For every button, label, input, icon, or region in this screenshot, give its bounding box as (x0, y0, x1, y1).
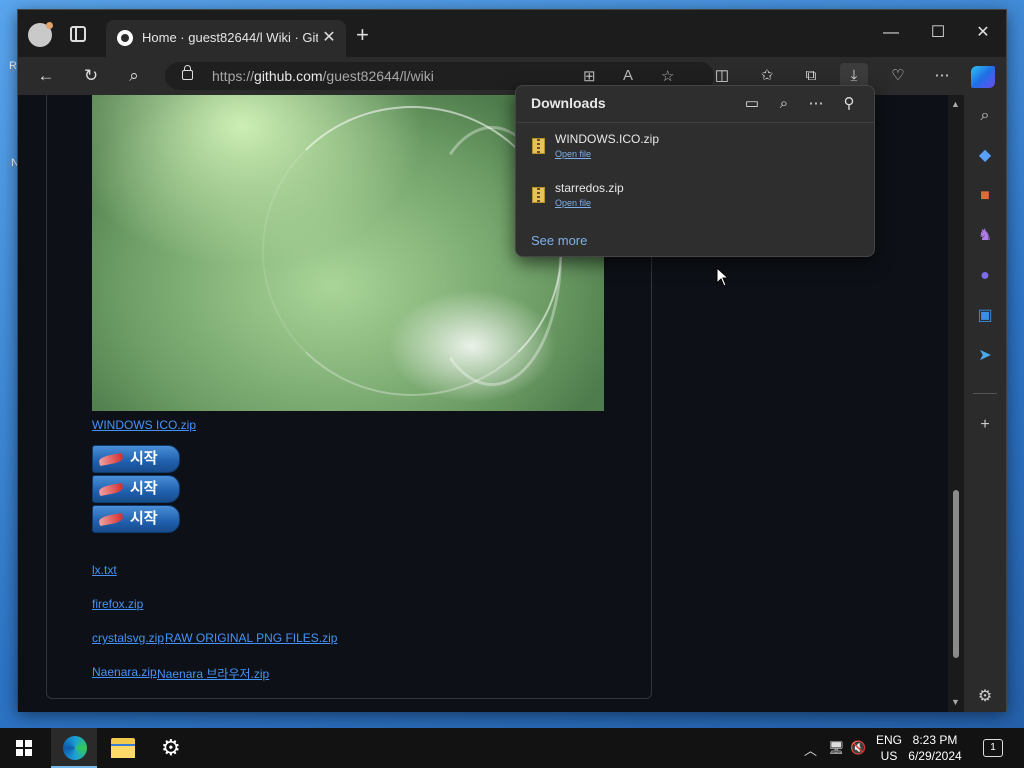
app-available-icon[interactable]: ⊞ (583, 67, 596, 85)
shopping-tag-icon[interactable]: ◆ (973, 144, 997, 168)
downloads-title: Downloads (531, 95, 606, 111)
taskbar-file-explorer-button[interactable] (100, 728, 146, 768)
system-clock[interactable]: 8:23 PM 6/29/2024 (905, 732, 965, 764)
mouse-cursor-icon (716, 267, 730, 287)
sidebar-divider (973, 393, 997, 394)
input-language-indicator[interactable]: ENG US (876, 732, 902, 764)
desktop-icon-label-fragment: R (9, 60, 17, 72)
tools-briefcase-icon[interactable]: ■ (973, 184, 997, 208)
taskbar-edge-button[interactable] (51, 728, 97, 768)
open-file-link[interactable]: Open file (555, 198, 591, 208)
refresh-button[interactable]: ↻ (77, 63, 105, 89)
new-tab-button[interactable]: + (356, 22, 369, 48)
add-sidebar-app-button[interactable]: + (973, 413, 997, 437)
drop-send-icon[interactable]: ➤ (973, 344, 997, 368)
download-item-name[interactable]: starredos.zip (555, 181, 624, 195)
microsoft-365-icon[interactable]: ● (973, 264, 997, 288)
games-icon[interactable]: ♞ (973, 224, 997, 248)
tab-title: Home · guest82644/l Wiki · GitHub (142, 30, 318, 45)
naenara-zip-link[interactable]: Naenara.zip (92, 665, 157, 679)
outlook-icon[interactable]: ▣ (973, 304, 997, 328)
minimize-button[interactable]: — (868, 19, 914, 47)
tab-close-icon[interactable]: ✕ (320, 27, 338, 47)
search-downloads-icon[interactable]: ⌕ (772, 92, 796, 116)
favorite-star-icon[interactable]: ☆ (661, 67, 674, 85)
zip-file-icon (532, 138, 545, 154)
downloads-more-icon[interactable]: ⋯ (804, 92, 828, 116)
show-hidden-icons-chevron-icon[interactable]: ︿ (804, 740, 817, 759)
open-file-link[interactable]: Open file (555, 149, 591, 159)
settings-gear-icon: ⚙ (161, 735, 181, 760)
sidebar-search-icon[interactable]: ⌕ (973, 104, 997, 128)
crystalsvg-zip-link[interactable]: crystalsvg.zip (92, 631, 164, 645)
scroll-up-arrow[interactable]: ▲ (951, 99, 960, 109)
more-icon[interactable]: ⋯ (928, 63, 956, 89)
notification-center-icon[interactable]: 1 (983, 739, 1003, 757)
close-window-button[interactable]: ✕ (960, 19, 1006, 47)
browser-essentials-icon[interactable]: ♡ (884, 63, 912, 89)
downloads-flyout: Downloads ▭ ⌕ ⋯ ⚲ WINDOWS.ICO.zip Open f… (515, 85, 875, 257)
tab-actions-icon[interactable] (70, 26, 86, 42)
zip-file-icon (532, 187, 545, 203)
lock-icon[interactable] (182, 65, 193, 80)
scrollbar-thumb[interactable] (953, 490, 959, 658)
taskbar-settings-button[interactable]: ⚙ (149, 728, 195, 768)
network-icon[interactable]: 🖥 (828, 740, 845, 756)
search-icon[interactable]: ⌕ (120, 63, 148, 89)
page-scrollbar[interactable]: ▲ ▼ (948, 95, 964, 712)
github-icon (117, 30, 133, 46)
firefox-zip-link[interactable]: firefox.zip (92, 597, 143, 611)
scroll-down-arrow[interactable]: ▼ (951, 697, 960, 707)
naenara-browser-zip-link[interactable]: Naenara 브라우저.zip (157, 665, 269, 682)
maximize-button[interactable]: ☐ (915, 19, 961, 47)
tab-github-wiki[interactable]: Home · guest82644/l Wiki · GitHub ✕ (106, 20, 346, 57)
copilot-icon[interactable] (971, 66, 995, 88)
pin-icon[interactable]: ⚲ (837, 92, 861, 116)
sidebar-settings-gear-icon[interactable]: ⚙ (973, 685, 997, 709)
taskbar: ⚙ ︿ 🖥 🔇 ENG US 8:23 PM 6/29/2024 1 (0, 728, 1024, 768)
file-explorer-icon (111, 738, 135, 758)
edge-sidebar: ⌕ ◆ ■ ♞ ● ▣ ➤ + ⚙ (964, 95, 1006, 712)
start-button-image: 시작 (92, 445, 180, 473)
read-aloud-icon[interactable]: A (623, 67, 633, 84)
open-downloads-folder-icon[interactable]: ▭ (740, 92, 764, 116)
back-button[interactable]: ← (32, 63, 60, 89)
url-text[interactable]: https://github.com/guest82644/l/wiki (212, 68, 434, 84)
volume-muted-icon[interactable]: 🔇 (850, 740, 866, 756)
download-item-name[interactable]: WINDOWS.ICO.zip (555, 132, 659, 146)
divider (516, 122, 874, 123)
edge-icon (63, 736, 87, 760)
start-windows-icon[interactable] (16, 740, 32, 756)
windows-ico-link[interactable]: WINDOWS ICO.zip (92, 418, 196, 432)
lx-txt-link[interactable]: lx.txt (92, 563, 117, 577)
raw-png-files-link[interactable]: RAW ORIGINAL PNG FILES.zip (165, 631, 337, 645)
title-bar: Home · guest82644/l Wiki · GitHub ✕ + — … (18, 10, 1006, 57)
profile-avatar[interactable] (28, 22, 53, 47)
browser-window: Home · guest82644/l Wiki · GitHub ✕ + — … (17, 9, 1007, 712)
see-more-link[interactable]: See more (531, 233, 587, 248)
start-button-image: 시작 (92, 475, 180, 503)
start-button-image: 시작 (92, 505, 180, 533)
